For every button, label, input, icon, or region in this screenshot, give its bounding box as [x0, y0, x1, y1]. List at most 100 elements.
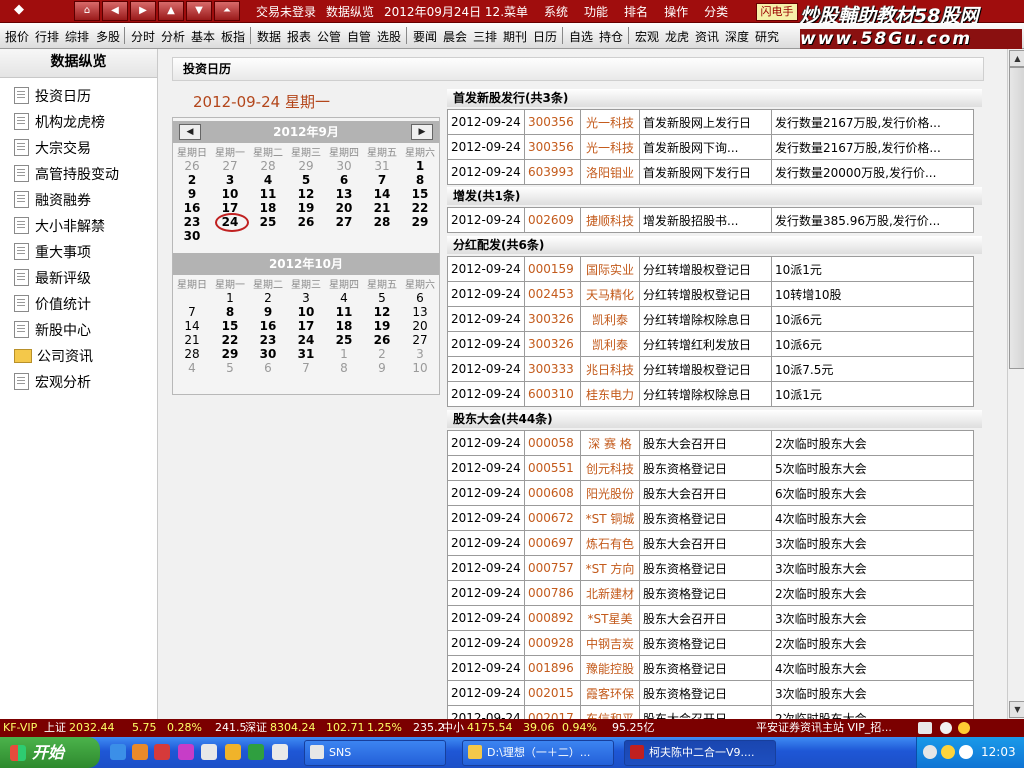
calendar-day[interactable]: 27	[325, 215, 363, 229]
calendar-day[interactable]: 27	[401, 333, 439, 347]
stock-name-cell[interactable]: 豫能控股	[580, 655, 640, 681]
stock-name-cell[interactable]: 光一科技	[580, 109, 640, 135]
calendar-day[interactable]: 14	[173, 319, 211, 333]
calendar-day[interactable]: 7	[287, 361, 325, 375]
calendar-day[interactable]: 30	[173, 229, 211, 243]
calendar-day[interactable]: 18	[249, 201, 287, 215]
calendar-day[interactable]: 2	[363, 347, 401, 361]
toolbar-item[interactable]: 选股	[377, 28, 401, 45]
calendar-day[interactable]: 6	[325, 173, 363, 187]
table-row[interactable]: 2012-09-24 000058 深 赛 格股东大会召开日 2次临时股东大会	[447, 430, 974, 456]
sidebar-item[interactable]: 融资融券	[14, 190, 91, 212]
table-row[interactable]: 2012-09-24 000697 炼石有色 股东大会召开日 3次临时股东大会	[447, 530, 974, 556]
table-row[interactable]: 2012-09-24 000786 北新建材 股东资格登记日 2次临时股东大会	[447, 580, 974, 606]
toolbar-item[interactable]: 期刊	[503, 28, 527, 45]
calendar-day[interactable]: 25	[249, 215, 287, 229]
calendar-day[interactable]: 17	[287, 319, 325, 333]
toolbar-item[interactable]: 多股	[96, 28, 120, 45]
calendar-day[interactable]: 11	[325, 305, 363, 319]
calendar-day[interactable]: 19	[287, 201, 325, 215]
code-cell[interactable]: 000697	[524, 530, 581, 556]
code-cell[interactable]: 000672	[524, 505, 581, 531]
datetime[interactable]: 2012年09月24日 12.菜单	[384, 3, 528, 20]
table-row[interactable]: 2012-09-24 002015 霞客环保 股东资格登记日 3次临时股东大会	[447, 680, 974, 706]
calendar-day[interactable]: 25	[325, 333, 363, 347]
toolbar-item[interactable]: 深度	[725, 28, 749, 45]
quicklaunch-app-icon[interactable]	[201, 744, 217, 760]
calendar-day[interactable]: 21	[363, 201, 401, 215]
ie-icon[interactable]	[110, 744, 126, 760]
sidebar-item[interactable]: 重大事项	[14, 242, 91, 264]
calendar-day[interactable]: 24	[287, 333, 325, 347]
code-cell[interactable]: 000757	[524, 555, 581, 581]
code-cell[interactable]: 000786	[524, 580, 581, 606]
toolbar-item[interactable]: 三排	[473, 28, 497, 45]
calendar-day[interactable]: 5	[363, 291, 401, 305]
code-cell[interactable]: 001896	[524, 655, 581, 681]
toolbar-item[interactable]: 资讯	[695, 28, 719, 45]
code-cell[interactable]: 300356	[524, 109, 581, 135]
sidebar-item[interactable]: 宏观分析	[14, 372, 91, 394]
calendar-day[interactable]: 16	[173, 201, 211, 215]
toolbar-item[interactable]: 自管	[347, 28, 371, 45]
calendar-day[interactable]: 8	[401, 173, 439, 187]
calendar-day[interactable]: 20	[401, 319, 439, 333]
toolbar-item[interactable]: 报价	[5, 28, 29, 45]
code-cell[interactable]: 603993	[524, 159, 581, 185]
quicklaunch-app-icon[interactable]	[132, 744, 148, 760]
help-icon[interactable]	[940, 722, 952, 734]
forward-icon[interactable]: ▶	[130, 1, 156, 21]
toolbar-item[interactable]: 公管	[317, 28, 341, 45]
calendar-day[interactable]: 26	[287, 215, 325, 229]
toolbar-item[interactable]: 综排	[65, 28, 89, 45]
calendar-day[interactable]	[401, 229, 439, 243]
calendar-day[interactable]	[287, 229, 325, 243]
calendar-day[interactable]: 3	[401, 347, 439, 361]
calendar-day[interactable]: 19	[363, 319, 401, 333]
stock-name-cell[interactable]: 国际实业	[580, 256, 640, 282]
calendar-day[interactable]	[363, 229, 401, 243]
sidebar-item[interactable]: 大宗交易	[14, 138, 91, 160]
table-row[interactable]: 2012-09-24 300326 凯利泰 分红转增除权除息日 10派6元	[447, 306, 974, 332]
quicklaunch-app-icon[interactable]	[154, 744, 170, 760]
volume-icon[interactable]	[959, 745, 973, 759]
stock-name-cell[interactable]: 霞客环保	[580, 680, 640, 706]
toolbar-item[interactable]: 龙虎	[665, 28, 689, 45]
toolbar-item[interactable]: 分析	[161, 28, 185, 45]
code-cell[interactable]: 000159	[524, 256, 581, 282]
code-cell[interactable]: 600310	[524, 381, 581, 407]
calendar-day[interactable]: 16	[249, 319, 287, 333]
stock-name-cell[interactable]: 凯利泰	[580, 306, 640, 332]
toolbar-item[interactable]: 报表	[287, 28, 311, 45]
code-cell[interactable]: 000892	[524, 605, 581, 631]
calendar-day[interactable]: 5	[287, 173, 325, 187]
calendar-day[interactable]: 7	[173, 305, 211, 319]
calendar-day[interactable]: 29	[401, 215, 439, 229]
stock-name-cell[interactable]: 中钢吉炭	[580, 630, 640, 656]
quicklaunch-app-icon[interactable]	[248, 744, 264, 760]
calendar-day[interactable]: 6	[249, 361, 287, 375]
code-cell[interactable]: 002015	[524, 680, 581, 706]
sidebar-item[interactable]: 价值统计	[14, 294, 91, 316]
table-row[interactable]: 2012-09-24 300333 兆日科技 分红转增股权登记日 10派7.5元	[447, 356, 974, 382]
stock-name-cell[interactable]: 光一科技	[580, 134, 640, 160]
code-cell[interactable]: 300356	[524, 134, 581, 160]
sidebar-item[interactable]: 高管持股变动	[14, 164, 119, 186]
code-cell[interactable]: 000058	[524, 430, 581, 456]
code-cell[interactable]: 300326	[524, 306, 581, 332]
calendar-day[interactable]: 23	[249, 333, 287, 347]
code-cell[interactable]: 300333	[524, 356, 581, 382]
flash-trade-button[interactable]: 闪电手	[756, 3, 798, 21]
calendar-day[interactable]: 27	[211, 159, 249, 173]
message-icon[interactable]	[958, 722, 970, 734]
calendar-day[interactable]: 8	[211, 305, 249, 319]
toolbar-item[interactable]: 行排	[35, 28, 59, 45]
quicklaunch-app-icon[interactable]	[178, 744, 194, 760]
vertical-scrollbar[interactable]: ▲ ▼	[1007, 49, 1024, 719]
calendar-day[interactable]: 20	[325, 201, 363, 215]
stock-name-cell[interactable]: *ST星美	[580, 605, 640, 631]
calendar-day[interactable]: 15	[211, 319, 249, 333]
stock-name-cell[interactable]: 炼石有色	[580, 530, 640, 556]
calendar-day[interactable]: 4	[173, 361, 211, 375]
toolbar-item[interactable]: 持仓	[599, 28, 623, 45]
